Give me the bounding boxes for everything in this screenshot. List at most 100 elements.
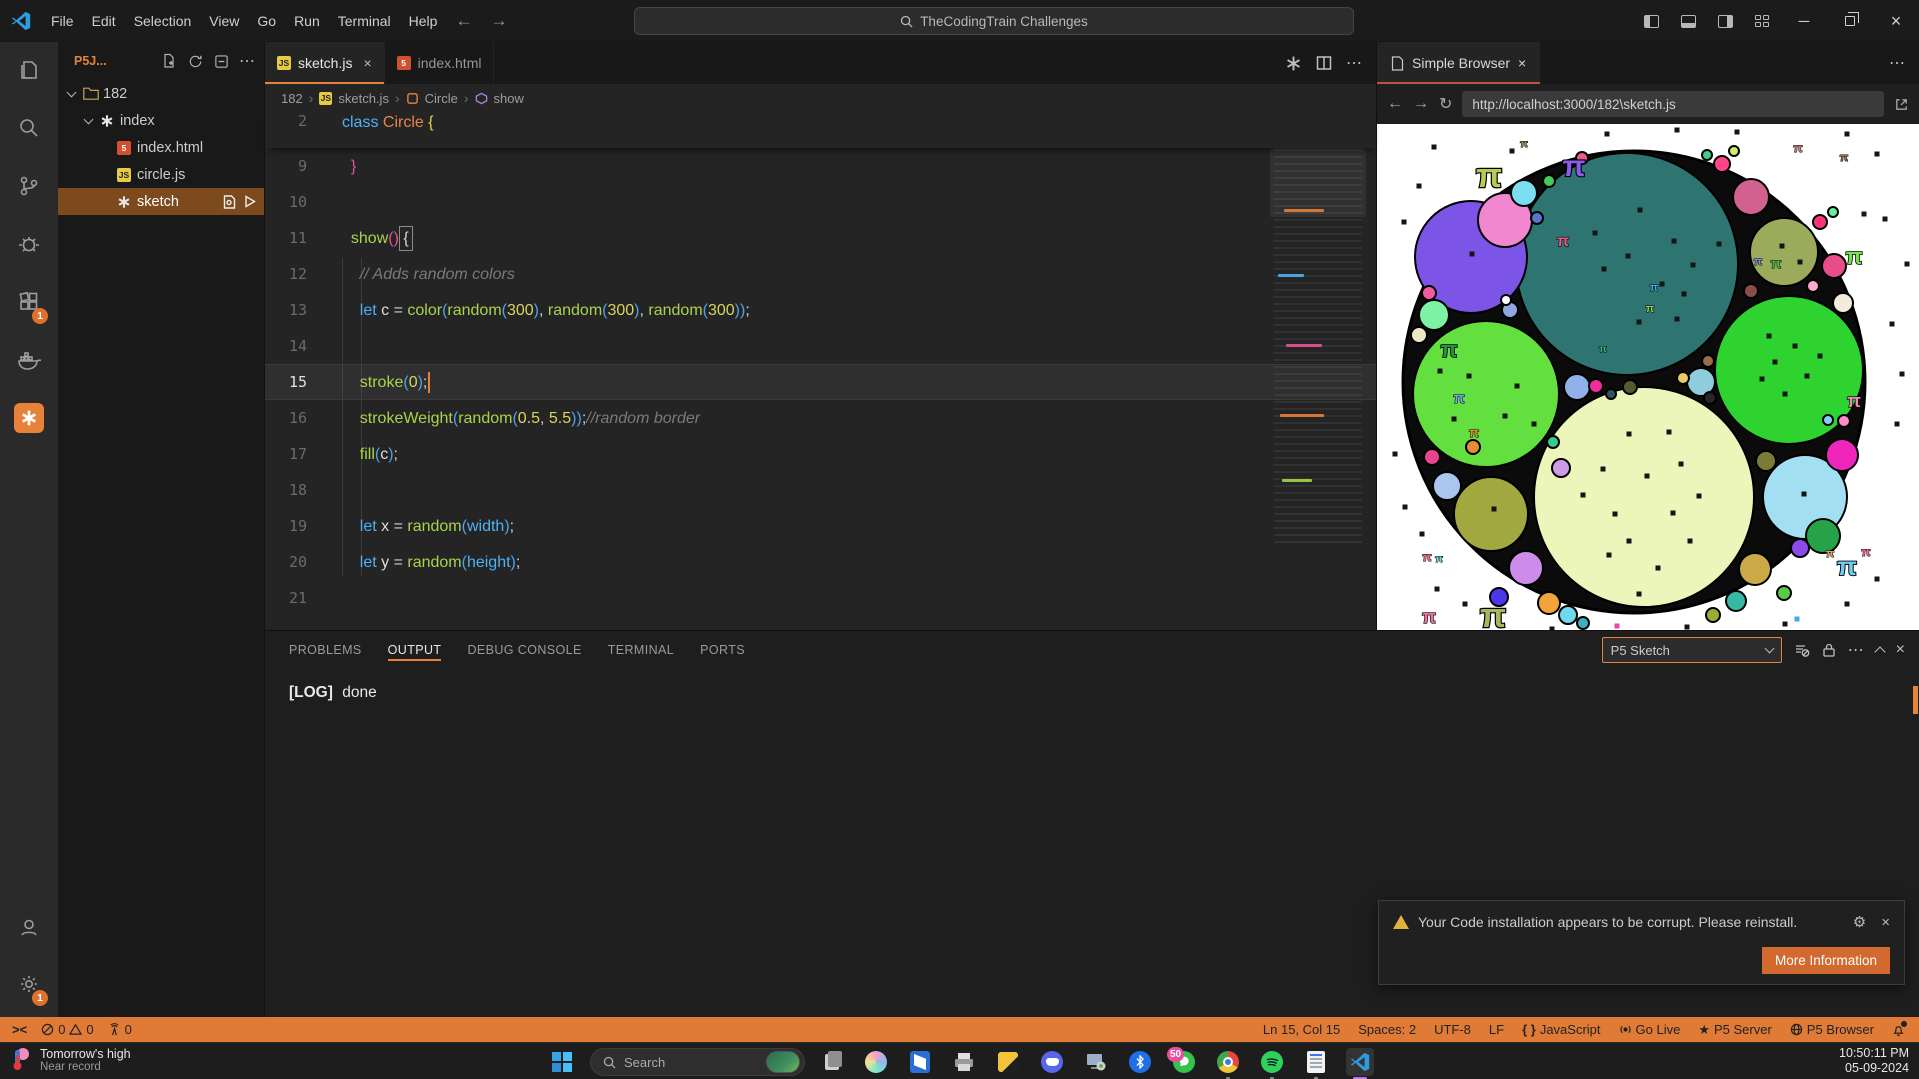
close-tab-icon[interactable]: ×: [363, 55, 371, 71]
split-editor-icon[interactable]: [1316, 55, 1332, 71]
indentation[interactable]: Spaces: 2: [1358, 1022, 1416, 1037]
settings-gear-icon[interactable]: 1: [0, 960, 58, 1008]
refresh-icon[interactable]: [184, 50, 206, 72]
p5-browser-button[interactable]: P5 Browser: [1790, 1022, 1874, 1037]
menu-terminal[interactable]: Terminal: [329, 13, 400, 29]
code-line-11[interactable]: 11 show() {: [265, 220, 1376, 256]
code-lines[interactable]: 9 }1011 show() {12 // Adds random colors…: [265, 148, 1376, 616]
close-panel-icon[interactable]: ×: [1896, 641, 1905, 659]
lock-scroll-icon[interactable]: [1822, 642, 1836, 658]
spotify-icon[interactable]: [1258, 1048, 1286, 1076]
tree-item-182[interactable]: 182: [58, 80, 264, 107]
remote-indicator[interactable]: ><: [12, 1022, 27, 1037]
command-search-box[interactable]: TheCodingTrain Challenges: [634, 7, 1354, 35]
toggle-secondary-sidebar-icon[interactable]: [1718, 15, 1733, 28]
whatsapp-icon[interactable]: 50: [1170, 1048, 1198, 1076]
browser-back-icon[interactable]: ←: [1387, 95, 1403, 113]
panel-tab-terminal[interactable]: TERMINAL: [608, 633, 674, 667]
menu-selection[interactable]: Selection: [125, 13, 201, 29]
p5-sketch-view-icon[interactable]: [0, 394, 58, 442]
code-line-14[interactable]: 14: [265, 328, 1376, 364]
menu-run[interactable]: Run: [285, 13, 329, 29]
close-tab-icon[interactable]: ×: [1518, 55, 1526, 71]
chrome-icon[interactable]: [1214, 1048, 1242, 1076]
search-highlight-image[interactable]: [766, 1051, 800, 1073]
panel-tab-problems[interactable]: PROBLEMS: [289, 633, 362, 667]
code-line-13[interactable]: 13 let c = color(random(300), random(300…: [265, 292, 1376, 328]
tab-sketch-js[interactable]: JS sketch.js ×: [265, 42, 385, 84]
menu-go[interactable]: Go: [248, 13, 285, 29]
maximize-panel-icon[interactable]: [1874, 646, 1885, 657]
clock-widget[interactable]: 10:50:11 PM 05-09-2024: [1839, 1046, 1909, 1076]
extensions-icon[interactable]: 1: [0, 278, 58, 326]
notes-app-icon[interactable]: [1302, 1048, 1330, 1076]
p5-run-action-icon[interactable]: [1285, 55, 1302, 72]
language-mode[interactable]: { }JavaScript: [1522, 1022, 1600, 1037]
output-channel-select[interactable]: P5 Sketch: [1602, 637, 1782, 663]
cursor-position[interactable]: Ln 15, Col 15: [1263, 1022, 1340, 1037]
search-sidebar-icon[interactable]: [0, 104, 58, 152]
go-live-button[interactable]: Go Live: [1619, 1022, 1681, 1037]
history-back-icon[interactable]: ←: [446, 11, 481, 31]
p5-canvas[interactable]: πππππππππππππππππππππππ: [1377, 124, 1919, 630]
notification-settings-icon[interactable]: ⚙: [1853, 913, 1866, 931]
bluetooth-icon[interactable]: [1126, 1048, 1154, 1076]
close-button[interactable]: ×: [1873, 0, 1919, 42]
browser-reload-icon[interactable]: ↻: [1439, 94, 1452, 114]
code-line-9[interactable]: 9 }: [265, 148, 1376, 184]
tab-index-html[interactable]: 5 index.html: [385, 42, 495, 84]
code-line-15[interactable]: 15 stroke(0);: [265, 364, 1376, 400]
toggle-panel-icon[interactable]: [1681, 15, 1696, 28]
panel-scrollbar[interactable]: [1913, 686, 1918, 714]
restore-button[interactable]: [1827, 0, 1873, 42]
discord-icon[interactable]: [1038, 1048, 1066, 1076]
more-information-button[interactable]: More Information: [1762, 947, 1890, 974]
weather-widget[interactable]: Tomorrow's high Near record: [8, 1046, 131, 1074]
code-line-12[interactable]: 12 // Adds random colors: [265, 256, 1376, 292]
files-app-icon[interactable]: [994, 1048, 1022, 1076]
ports-indicator[interactable]: 0: [108, 1022, 132, 1037]
tree-item-index[interactable]: index: [58, 107, 264, 134]
copilot-icon[interactable]: [862, 1048, 890, 1076]
open-preview-icon[interactable]: [223, 195, 236, 209]
panel-tab-output[interactable]: OUTPUT: [388, 633, 442, 667]
browser-forward-icon[interactable]: →: [1413, 95, 1429, 113]
customize-layout-icon[interactable]: [1755, 15, 1770, 28]
menu-edit[interactable]: Edit: [83, 13, 125, 29]
notification-close-icon[interactable]: ×: [1881, 914, 1890, 931]
collapse-folders-icon[interactable]: [210, 50, 232, 72]
tree-item-index-html[interactable]: 5index.html: [58, 134, 264, 161]
editor-more-actions-icon[interactable]: ⋯: [1346, 53, 1362, 73]
run-sketch-icon[interactable]: [244, 195, 256, 208]
sidebar-more-icon[interactable]: ⋯: [236, 50, 258, 72]
vscode-taskbar-icon[interactable]: [1346, 1048, 1374, 1076]
start-button[interactable]: [548, 1048, 576, 1076]
errors-warnings[interactable]: 0 0: [41, 1022, 93, 1037]
history-forward-icon[interactable]: →: [481, 11, 516, 31]
code-line-20[interactable]: 20 let y = random(height);: [265, 544, 1376, 580]
breadcrumb-folder[interactable]: 182: [281, 91, 303, 106]
docker-icon[interactable]: [0, 336, 58, 384]
toggle-sidebar-icon[interactable]: [1644, 15, 1659, 28]
tree-item-circle-js[interactable]: JScircle.js: [58, 161, 264, 188]
notifications-bell-icon[interactable]: [1892, 1023, 1905, 1037]
menu-help[interactable]: Help: [400, 13, 447, 29]
breadcrumb-class[interactable]: Circle: [425, 91, 458, 106]
pc-settings-icon[interactable]: [1082, 1048, 1110, 1076]
code-line-21[interactable]: 21: [265, 580, 1376, 616]
code-line-16[interactable]: 16 strokeWeight(random(0.5, 5.5));//rand…: [265, 400, 1376, 436]
browser-more-actions-icon[interactable]: ⋯: [1889, 42, 1919, 84]
breadcrumb-method[interactable]: show: [494, 91, 524, 106]
breadcrumb-file[interactable]: sketch.js: [338, 91, 389, 106]
snipping-tool-icon[interactable]: [818, 1048, 846, 1076]
clear-output-icon[interactable]: [1794, 642, 1810, 658]
scanner-app-icon[interactable]: [906, 1048, 934, 1076]
code-line-19[interactable]: 19 let x = random(width);: [265, 508, 1376, 544]
open-external-icon[interactable]: [1894, 97, 1909, 112]
url-input[interactable]: http://localhost:3000/182\sketch.js: [1462, 91, 1884, 117]
code-line-18[interactable]: 18: [265, 472, 1376, 508]
account-icon[interactable]: [0, 904, 58, 952]
taskbar-search[interactable]: Search: [590, 1048, 805, 1076]
code-line-17[interactable]: 17 fill(c);: [265, 436, 1376, 472]
tab-simple-browser[interactable]: Simple Browser ×: [1377, 42, 1540, 84]
